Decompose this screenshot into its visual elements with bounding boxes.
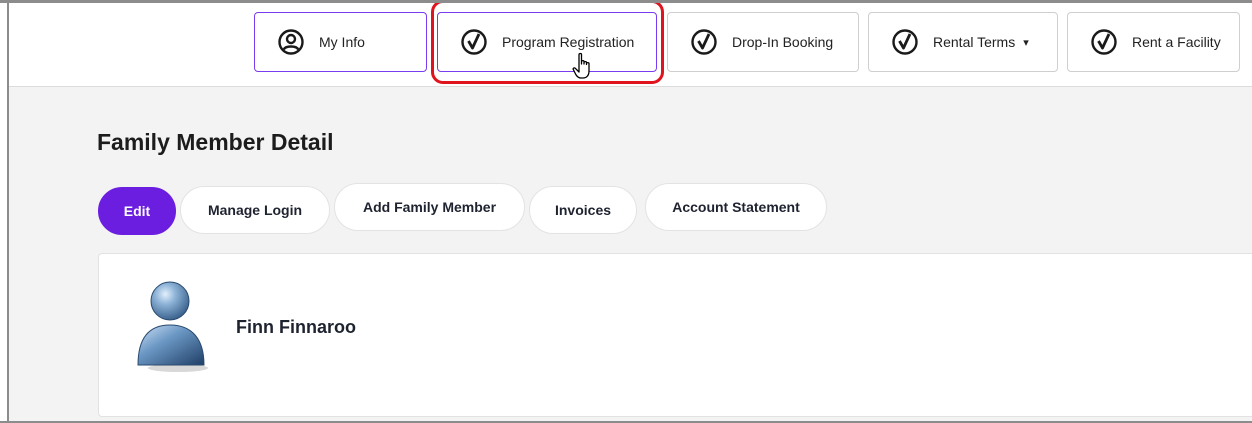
nav-rental-terms-label: Rental Terms <box>933 34 1016 50</box>
caret-down-icon: ▾ <box>1023 36 1029 49</box>
window-left-edge <box>7 0 9 423</box>
nav-my-info-button[interactable]: My Info <box>254 12 427 72</box>
tab-edit[interactable]: Edit <box>98 187 176 235</box>
nav-program-registration-label: Program Registration <box>502 34 635 50</box>
nav-drop-in-booking-button[interactable]: Drop-In Booking <box>667 12 859 72</box>
page-title: Family Member Detail <box>97 129 334 155</box>
brand-logo-icon <box>460 28 488 56</box>
tab-manage-login[interactable]: Manage Login <box>180 186 330 234</box>
nav-rent-a-facility-button[interactable]: Rent a Facility <box>1067 12 1240 72</box>
nav-my-info-label: My Info <box>319 34 365 50</box>
nav-rental-terms-dropdown[interactable]: Rental Terms ▾ <box>868 12 1058 72</box>
tab-account-statement[interactable]: Account Statement <box>645 183 827 231</box>
avatar <box>130 273 212 373</box>
user-circle-icon <box>277 28 305 56</box>
nav-rent-a-facility-label: Rent a Facility <box>1132 34 1221 50</box>
hand-cursor-icon <box>572 52 596 80</box>
member-name: Finn Finnaroo <box>236 317 356 337</box>
brand-logo-icon <box>690 28 718 56</box>
screen: My Info Program Registration Drop-In Boo… <box>0 0 1252 423</box>
brand-logo-icon <box>1090 28 1118 56</box>
tab-invoices[interactable]: Invoices <box>529 186 637 234</box>
nav-program-registration-button[interactable]: Program Registration <box>437 12 657 72</box>
nav-drop-in-booking-label: Drop-In Booking <box>732 34 834 50</box>
window-top-edge <box>0 0 1252 3</box>
tab-add-family-member[interactable]: Add Family Member <box>334 183 525 231</box>
brand-logo-icon <box>891 28 919 56</box>
